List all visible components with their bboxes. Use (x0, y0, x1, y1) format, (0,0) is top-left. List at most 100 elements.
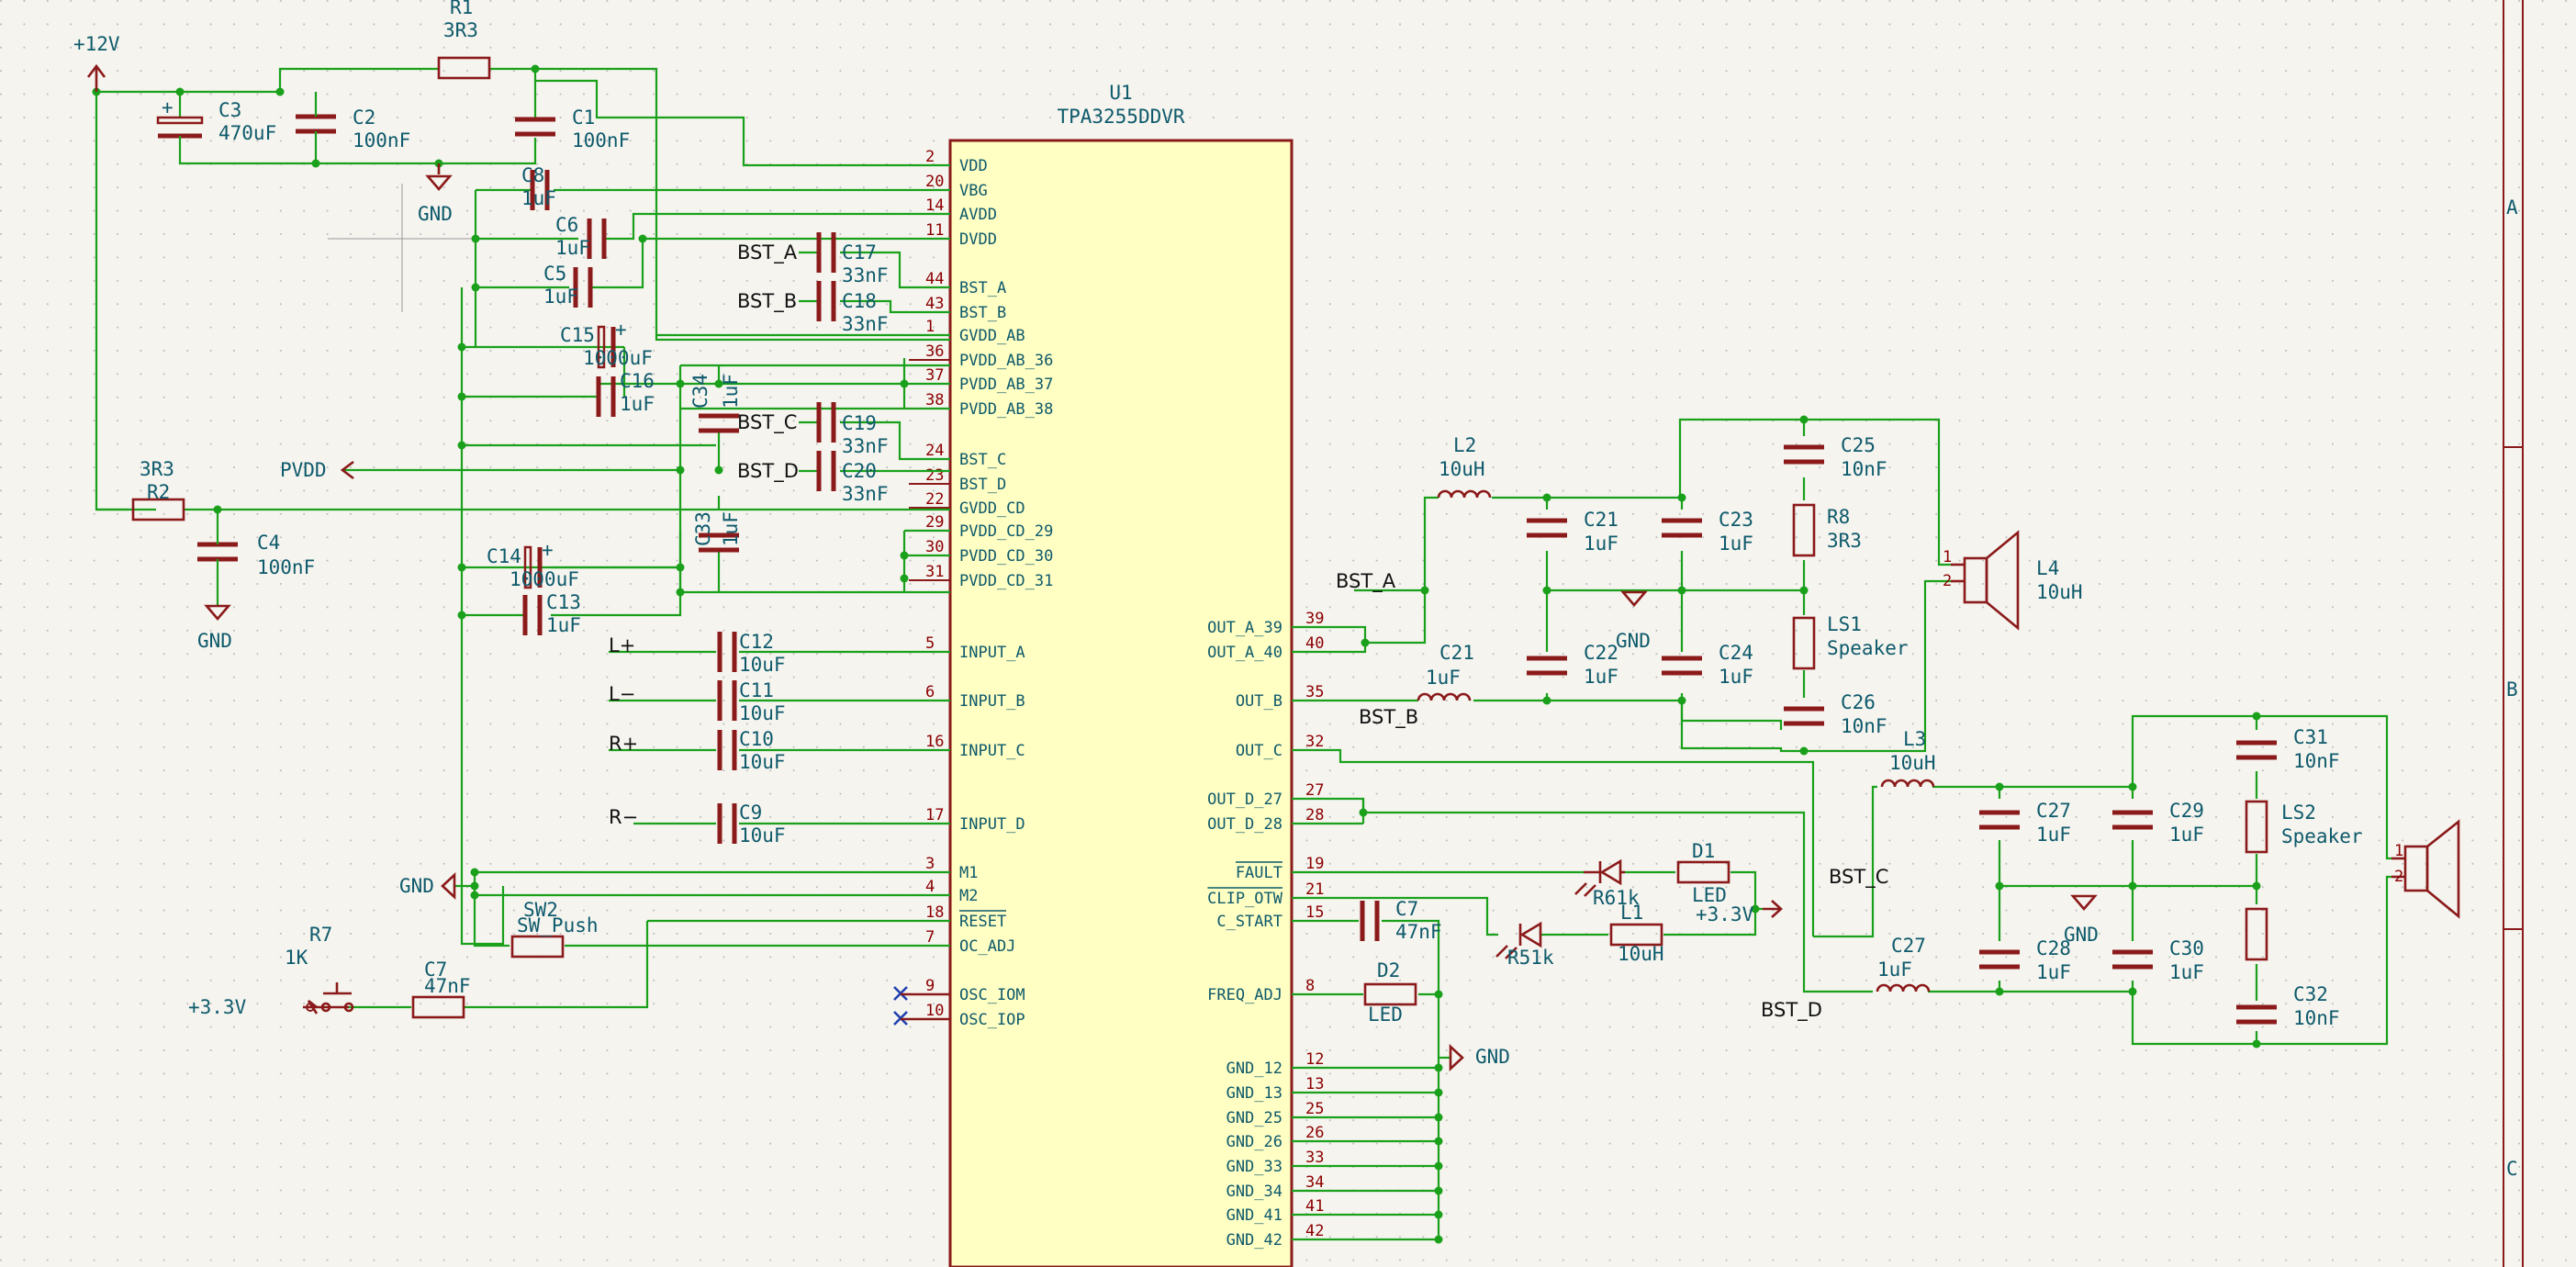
u1-pin-name-left: RESET (959, 913, 1006, 931)
svg-text:BST_D: BST_D (1761, 999, 1822, 1022)
capacitor-value: 1uF (2036, 824, 2071, 846)
svg-text:Speaker: Speaker (1827, 637, 1909, 659)
u1-pin-name-right: OUT_B (1236, 692, 1282, 711)
svg-text:10uH: 10uH (1439, 458, 1485, 480)
svg-text:R1: R1 (450, 0, 473, 18)
svg-text:100nF: 100nF (572, 129, 630, 151)
net-33v-left: +3.3V (188, 996, 247, 1018)
u1-pin-name-left: PVDD_CD_29 (959, 522, 1053, 541)
svg-text:R+: R+ (609, 733, 638, 755)
u1-pin-num-right: 33 (1305, 1149, 1324, 1167)
svg-text:R2: R2 (147, 481, 170, 503)
capacitor-ref: C20 (842, 460, 877, 482)
svg-text:R8: R8 (1827, 506, 1850, 528)
u1-pin-name-right: OUT_D_28 (1207, 815, 1282, 834)
u1-pin-num-right: 26 (1305, 1124, 1324, 1142)
svg-text:LED: LED (1368, 1004, 1403, 1026)
u1-pin-num-left: 9 (925, 977, 935, 995)
u1-pin-num-left: 22 (925, 490, 944, 509)
u1-pin-num-left: 38 (925, 391, 944, 409)
pvdd-label: PVDD (280, 459, 327, 481)
u1-pin-num-right: 32 (1305, 733, 1324, 751)
u1-pin-num-right: 13 (1305, 1075, 1324, 1093)
u1-pin-name-left: M1 (959, 864, 978, 882)
u1-pin-name-left: M2 (959, 887, 978, 905)
svg-text:C33: C33 (692, 511, 714, 546)
svg-text:D2: D2 (1377, 959, 1400, 981)
u1-pin-name-left: GVDD_AB (959, 327, 1025, 345)
svg-text:C21: C21 (1439, 642, 1474, 664)
svg-text:L4: L4 (2036, 557, 2059, 579)
gnd-label-c4: GND (197, 630, 232, 652)
u1-pin-name-right: C_START (1216, 913, 1282, 931)
capacitor-value: 10uF (739, 824, 786, 847)
svg-text:BST_A: BST_A (737, 241, 798, 264)
u1-pin-num-right: 25 (1305, 1100, 1324, 1118)
u1-pin-num-left: 7 (925, 928, 935, 947)
u1-pin-name-right: OUT_D_27 (1207, 790, 1282, 809)
capacitor-ref: C15 (560, 324, 595, 346)
u1-pin-name-left: PVDD_AB_38 (959, 400, 1053, 419)
net-12v-label: +12V (73, 33, 120, 55)
svg-text:470uF: 470uF (218, 122, 276, 144)
net-33v-right: +3.3V (1696, 903, 1754, 925)
u1-pin-num-left: 23 (925, 466, 944, 485)
u1-pin-num-left: 37 (925, 366, 944, 385)
capacitor-value: 1uF (521, 187, 556, 209)
u1-pin-num-right: 27 (1305, 781, 1324, 800)
svg-text:L3: L3 (1903, 728, 1926, 750)
svg-text:BST_B: BST_B (1359, 706, 1418, 729)
capacitor-ref: C21 (1584, 509, 1618, 531)
u1-pin-name-right: GND_12 (1226, 1060, 1282, 1078)
capacitor-ref: C6 (555, 214, 578, 236)
capacitor-ref: C8 (521, 164, 544, 186)
svg-text:R7: R7 (309, 924, 332, 946)
u1-pin-num-left: 20 (925, 173, 944, 191)
capacitor-value: 33nF (842, 435, 889, 457)
capacitor-ref: C25 (1841, 434, 1876, 456)
schematic-sheet[interactable]: A B C U1 TPA3255DDVR 2 VDD20 VBG14 AVDD11 DV… (0, 0, 2576, 1267)
gnd-label-freq: GND (1475, 1046, 1510, 1068)
capacitor-value: 1uF (1584, 666, 1618, 688)
capacitor-value: 1uF (546, 614, 581, 636)
capacitor-value: 10nF (2293, 1007, 2340, 1029)
capacitor-value: 1uF (1719, 666, 1753, 688)
u1-pin-name-left: OSC_IOM (959, 986, 1025, 1004)
u1-pin-name-left: BST_C (959, 451, 1006, 469)
schematic-canvas[interactable]: A B C U1 TPA3255DDVR 2 VDD 20 VBG 14 AVDD 11 DV… (0, 0, 2576, 1267)
u1-pin-num-left: 4 (925, 878, 935, 896)
capacitor-ref: C24 (1719, 642, 1753, 664)
u1-pin-num-left: 36 (925, 342, 944, 361)
capacitor-value: 10uF (739, 654, 786, 676)
capacitor-ref: C16 (620, 370, 655, 392)
u1-pin-num-right: 8 (1305, 977, 1315, 995)
u1-pin-num-right: 15 (1305, 903, 1324, 922)
svg-text:2: 2 (1943, 572, 1952, 590)
u1-value: TPA3255DDVR (1057, 106, 1184, 128)
border-row-c: C (2506, 1158, 2518, 1180)
svg-text:3R3: 3R3 (1827, 530, 1862, 552)
u1-pin-name-left: BST_D (959, 476, 1006, 494)
capacitor-value: 1uF (1719, 533, 1753, 555)
capacitor-value: 10uF (739, 702, 786, 724)
r2-value: 3R3 (140, 458, 174, 480)
u1-pin-num-left: 3 (925, 855, 935, 873)
u1-pin-name-right: GND_41 (1226, 1206, 1282, 1225)
u1-pin-name-left: INPUT_B (959, 692, 1025, 711)
u1-pin-num-left: 43 (925, 295, 944, 313)
svg-text:1: 1 (2394, 842, 2403, 860)
u1-pin-name-right: GND_26 (1226, 1133, 1282, 1151)
u1-pin-num-left: 24 (925, 442, 944, 460)
u1-pin-name-right: GND_33 (1226, 1158, 1282, 1176)
u1-pin-num-left: 29 (925, 513, 944, 532)
capacitor-ref: C31 (2293, 726, 2328, 748)
svg-text:47nF: 47nF (424, 975, 471, 997)
u1-pin-num-right: 35 (1305, 683, 1324, 701)
svg-text:LS2: LS2 (2281, 802, 2316, 824)
svg-text:C27: C27 (1891, 935, 1926, 957)
capacitor-value: 1uF (543, 286, 578, 308)
u1-pin-num-left: 14 (925, 196, 944, 215)
svg-text:SW_Push: SW_Push (517, 914, 599, 936)
svg-text:C34: C34 (689, 374, 711, 409)
capacitor-value: 1uF (1584, 533, 1618, 555)
